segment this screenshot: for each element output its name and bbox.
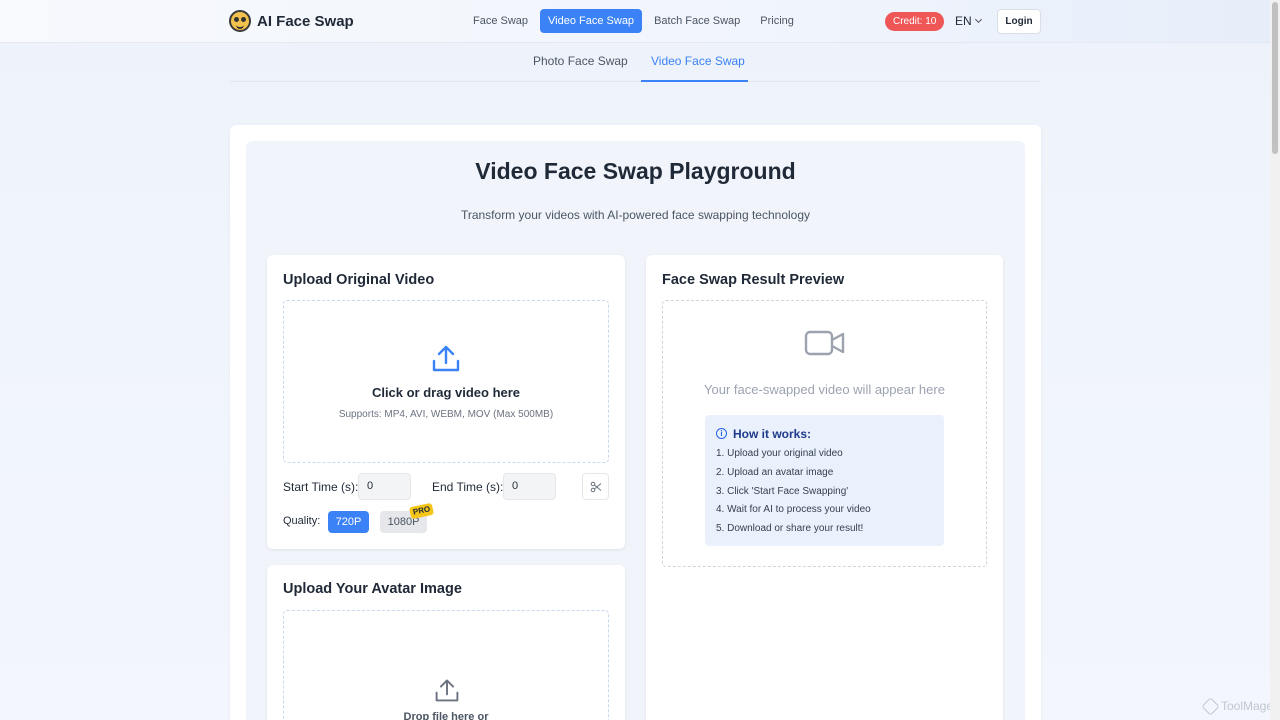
trim-button[interactable] [582, 473, 609, 500]
quality-720p-button[interactable]: 720P [328, 511, 369, 533]
how-step: 1. Upload your original video [716, 448, 843, 459]
watermark-text: ToolMage [1221, 699, 1274, 713]
tab-video-face-swap[interactable]: Video Face Swap [651, 54, 745, 68]
preview-title: Face Swap Result Preview [662, 272, 845, 288]
watermark: ToolMage [1201, 696, 1274, 716]
mode-tabs [230, 44, 1040, 82]
video-dropzone[interactable]: Click or drag video here Supports: MP4, … [283, 300, 609, 463]
avatar-dropzone[interactable]: Drop file here or [283, 610, 609, 720]
logo-text: AI Face Swap [257, 12, 354, 30]
upload-icon [435, 679, 459, 702]
language-label: EN [955, 14, 972, 28]
main-nav: Face Swap Video Face Swap Batch Face Swa… [465, 9, 802, 33]
page-subtitle: Transform your videos with AI-powered fa… [460, 208, 811, 222]
scrollbar-thumb[interactable] [1272, 2, 1278, 154]
end-time-label: End Time (s): [432, 480, 504, 494]
nav-batch-face-swap[interactable]: Batch Face Swap [646, 9, 748, 33]
logo[interactable]: AI Face Swap [229, 10, 354, 32]
credit-badge[interactable]: Credit: 10 [885, 12, 945, 31]
watermark-icon [1201, 696, 1220, 716]
tab-photo-face-swap[interactable]: Photo Face Swap [533, 54, 628, 68]
top-header: AI Face Swap Face Swap Video Face Swap B… [0, 0, 1270, 43]
page-title: Video Face Swap Playground [475, 158, 796, 184]
nav-video-face-swap[interactable]: Video Face Swap [540, 9, 643, 33]
avatar-title: Upload Your Avatar Image [283, 581, 462, 597]
how-step: 5. Download or share your result! [716, 523, 864, 534]
how-step: 3. Click 'Start Face Swapping' [716, 486, 849, 497]
video-supports-text: Supports: MP4, AVI, WEBM, MOV (Max 500MB… [338, 409, 554, 420]
nav-pricing[interactable]: Pricing [752, 9, 802, 33]
avatar-drop-text: Drop file here or [403, 711, 489, 720]
nav-face-swap[interactable]: Face Swap [465, 9, 536, 33]
end-time-input[interactable]: 0 [503, 473, 556, 500]
login-button[interactable]: Login [997, 9, 1041, 34]
how-step: 2. Upload an avatar image [716, 467, 834, 478]
how-it-works-title: How it works: [733, 427, 812, 441]
upload-video-title: Upload Original Video [283, 272, 435, 288]
active-tab-indicator [641, 80, 748, 82]
scissors-icon [590, 481, 601, 492]
how-step: 4. Wait for AI to process your video [716, 504, 871, 515]
logo-icon [229, 10, 251, 32]
chevron-down-icon [974, 15, 982, 24]
preview-placeholder: Your face-swapped video will appear here [704, 382, 945, 397]
start-time-label: Start Time (s): [283, 480, 359, 494]
upload-icon [432, 345, 460, 372]
info-icon: i [716, 428, 727, 439]
video-camera-icon [804, 330, 845, 356]
start-time-input[interactable]: 0 [358, 473, 411, 500]
language-selector[interactable]: EN [955, 14, 982, 28]
video-drop-text: Click or drag video here [371, 385, 521, 400]
quality-label: Quality: [283, 515, 321, 527]
